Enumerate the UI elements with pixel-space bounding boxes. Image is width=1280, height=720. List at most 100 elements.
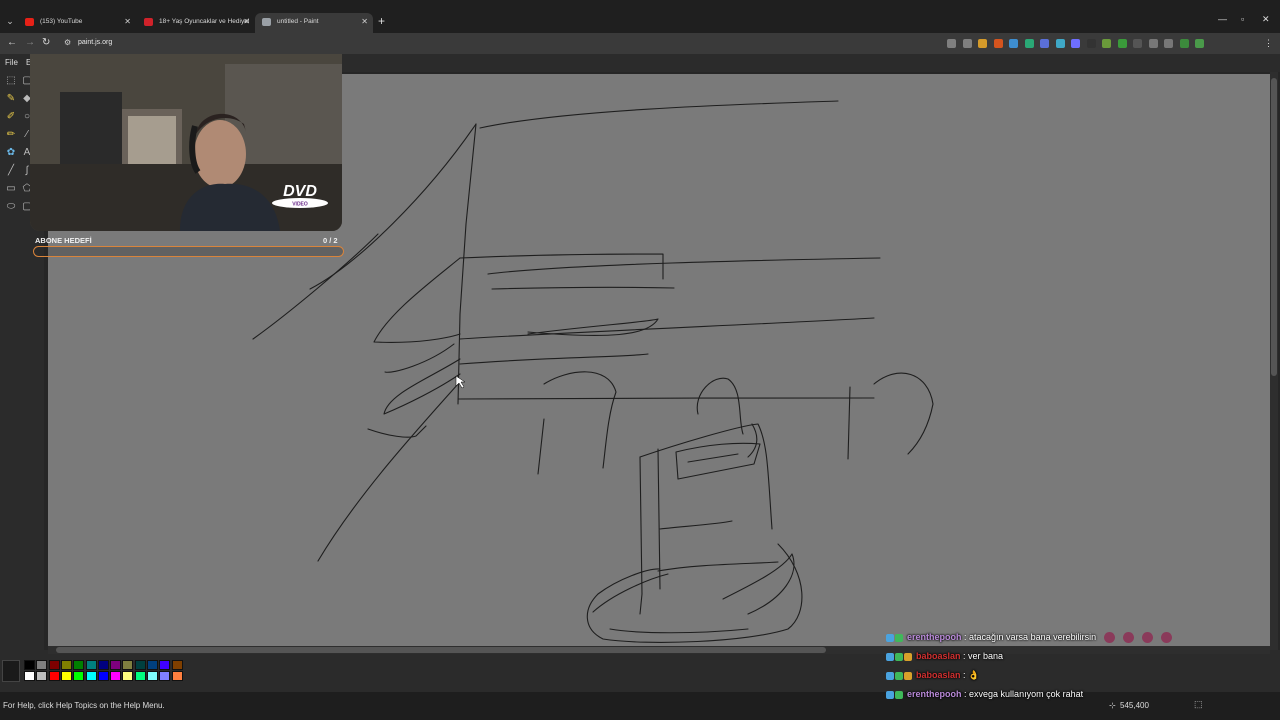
chat-message: baboaslan : 👌: [886, 668, 1266, 687]
badge-icon: [886, 672, 894, 681]
tab-youtube[interactable]: (153) YouTube ✕: [18, 13, 136, 33]
palette-swatch[interactable]: [73, 660, 85, 670]
palette-swatch[interactable]: [73, 671, 85, 681]
palette-swatch[interactable]: [134, 671, 146, 681]
chat-username: erenthepooh: [907, 689, 962, 699]
tab-paint[interactable]: untitled - Paint ✕: [255, 13, 373, 33]
extension-icon[interactable]: [1055, 39, 1065, 48]
palette-swatch[interactable]: [122, 660, 134, 670]
badge-icon: [895, 634, 903, 643]
palette-swatch[interactable]: [60, 671, 72, 681]
site-icon: [144, 18, 153, 26]
extension-icon[interactable]: [1024, 39, 1034, 48]
youtube-icon: [25, 18, 34, 26]
eraser-icon[interactable]: ✎: [4, 92, 18, 106]
badge-icon: [886, 691, 894, 700]
palette-swatch[interactable]: [159, 671, 171, 681]
screen: ⌄ (153) YouTube ✕ 18+ Yaş Oyuncaklar ve …: [0, 0, 1280, 720]
current-colors[interactable]: [2, 660, 20, 682]
palette-swatch[interactable]: [159, 660, 171, 670]
extension-icon[interactable]: [1179, 39, 1189, 48]
palette-swatch[interactable]: [85, 671, 97, 681]
palette-swatch[interactable]: [110, 671, 122, 681]
vertical-scrollbar[interactable]: [1270, 72, 1278, 650]
badge-icon: [895, 653, 903, 662]
palette-swatch[interactable]: [171, 660, 183, 670]
browser-menu-icon[interactable]: ⋮: [1264, 37, 1273, 49]
badge-icon: [886, 634, 894, 643]
extension-icon[interactable]: [1164, 39, 1173, 48]
airbrush-icon[interactable]: ✿: [4, 146, 18, 160]
palette-swatch[interactable]: [110, 660, 122, 670]
subscriber-goal-bar: [33, 246, 344, 257]
extension-icon[interactable]: [947, 39, 956, 48]
chat-badges: [886, 650, 913, 664]
picker-icon[interactable]: ✐: [4, 110, 18, 124]
tab-shop[interactable]: 18+ Yaş Oyuncaklar ve Hediyel ✕: [137, 13, 255, 33]
vertical-scroll-thumb[interactable]: [1271, 78, 1277, 376]
mouse-cursor-icon: [455, 375, 466, 389]
extension-icon[interactable]: [1009, 39, 1018, 48]
extension-icon[interactable]: [1133, 39, 1142, 48]
tab-search-icon[interactable]: ⌄: [4, 14, 16, 28]
reload-icon[interactable]: ↻: [42, 37, 50, 49]
address-bar[interactable]: ⚙ paint.js.org: [58, 35, 938, 52]
chat-text: atacağın varsa bana verebilirsin: [969, 632, 1097, 642]
pencil-icon[interactable]: ✏: [4, 128, 18, 142]
site-info-icon[interactable]: ⚙: [64, 38, 71, 47]
paint-icon: [262, 18, 271, 26]
minimize-icon[interactable]: —: [1218, 14, 1227, 24]
tab-title: 18+ Yaş Oyuncaklar ve Hediyel: [159, 18, 250, 25]
chat-badges: [886, 688, 904, 702]
palette-swatch[interactable]: [36, 671, 48, 681]
palette-swatch[interactable]: [147, 671, 158, 681]
palette-swatch[interactable]: [24, 660, 35, 670]
palette-swatch[interactable]: [122, 671, 134, 681]
rectangle-icon[interactable]: ▭: [4, 182, 18, 196]
chat-separator: :: [960, 651, 969, 661]
free-select-icon[interactable]: ⬚: [4, 74, 18, 88]
palette-swatch[interactable]: [48, 671, 60, 681]
extension-icon[interactable]: [1148, 39, 1158, 48]
emote-icon: [1104, 632, 1116, 644]
chat-badges: [886, 669, 913, 683]
line-icon[interactable]: ╱: [4, 164, 18, 178]
palette-swatch[interactable]: [134, 660, 146, 670]
extension-icon[interactable]: [1117, 39, 1127, 48]
palette-swatch[interactable]: [85, 660, 97, 670]
close-window-icon[interactable]: ✕: [1262, 14, 1270, 25]
palette-swatch[interactable]: [48, 660, 60, 670]
palette-swatch[interactable]: [97, 671, 109, 681]
chat-separator: :: [960, 670, 969, 680]
close-tab-icon[interactable]: ✕: [243, 13, 250, 31]
ellipse-icon[interactable]: ⬭: [4, 200, 18, 214]
back-icon[interactable]: ←: [7, 37, 17, 49]
palette-swatch[interactable]: [97, 660, 109, 670]
menu-file[interactable]: File: [5, 58, 18, 67]
emote-icon: [1161, 632, 1173, 644]
close-tab-icon[interactable]: ✕: [124, 13, 131, 31]
extension-icon[interactable]: [993, 39, 1003, 48]
extension-icon[interactable]: [1040, 39, 1049, 48]
chat-username: baboaslan: [916, 670, 961, 680]
palette-swatch[interactable]: [171, 671, 183, 681]
goal-current: 0: [323, 236, 328, 245]
browser-tab-bar: ⌄ (153) YouTube ✕ 18+ Yaş Oyuncaklar ve …: [0, 0, 1280, 33]
subscriber-goal-count: 0 / 2: [323, 236, 338, 245]
restore-icon[interactable]: ▫: [1241, 14, 1244, 24]
extension-icon[interactable]: [1071, 39, 1080, 48]
badge-icon: [886, 653, 894, 662]
palette-swatch[interactable]: [36, 660, 48, 670]
extension-icon[interactable]: [1086, 39, 1096, 48]
close-tab-icon[interactable]: ✕: [361, 13, 368, 31]
extension-icon[interactable]: [962, 39, 972, 48]
extension-icon[interactable]: [1195, 39, 1204, 48]
extension-icon[interactable]: [978, 39, 987, 48]
palette-swatch[interactable]: [147, 660, 158, 670]
forward-icon[interactable]: →: [25, 37, 35, 49]
palette-swatch[interactable]: [24, 671, 35, 681]
new-tab-button[interactable]: +: [378, 14, 385, 28]
horizontal-scroll-thumb[interactable]: [56, 647, 826, 653]
palette-swatch[interactable]: [60, 660, 72, 670]
extension-icon[interactable]: [1102, 39, 1111, 48]
